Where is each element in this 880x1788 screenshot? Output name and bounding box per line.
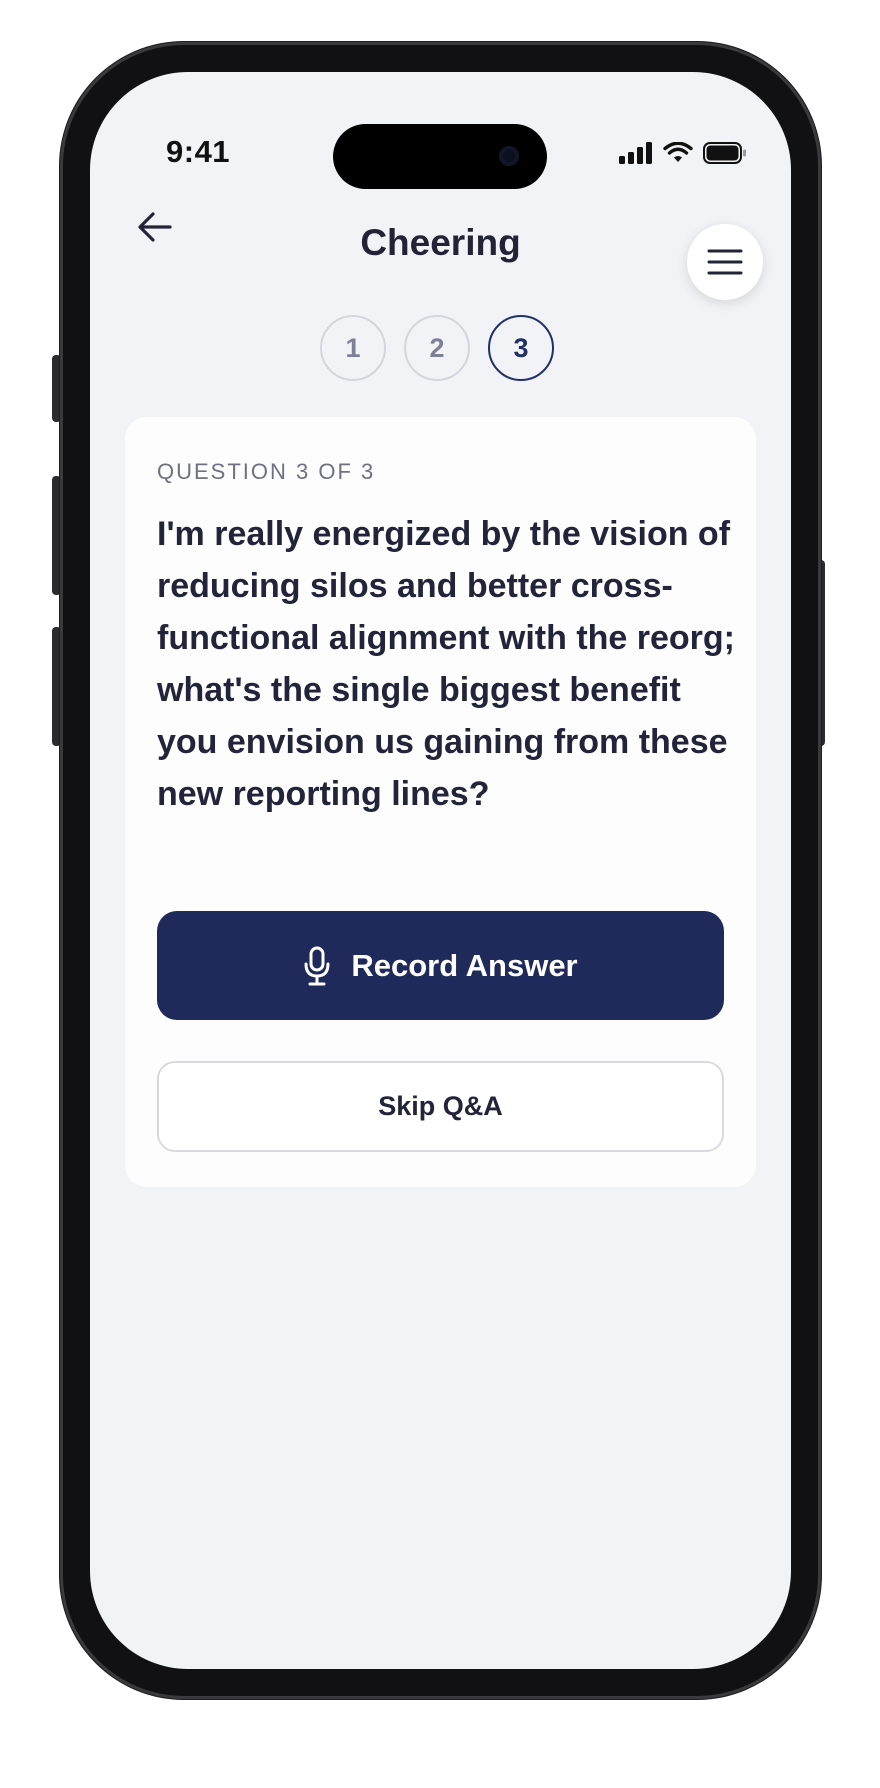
record-answer-button[interactable]: Record Answer <box>157 911 724 1020</box>
status-icons <box>619 140 747 166</box>
skip-qa-button[interactable]: Skip Q&A <box>157 1061 724 1152</box>
battery-icon <box>703 142 746 164</box>
skip-qa-label: Skip Q&A <box>378 1091 503 1121</box>
dynamic-island <box>333 124 547 189</box>
status-time: 9:41 <box>166 134 231 169</box>
wifi-icon <box>663 142 693 162</box>
question-text: I'm really energized by the vision of re… <box>157 515 735 813</box>
step-indicator: 1 2 3 <box>320 315 554 381</box>
camera-icon <box>499 146 519 166</box>
hamburger-menu-icon <box>707 249 743 275</box>
phone-screen: 9:41 Cheering 1 2 3 QUESTION 3 OF 3 I'm … <box>90 72 791 1669</box>
record-answer-label: Record Answer <box>351 947 578 983</box>
menu-button[interactable] <box>687 224 763 300</box>
page-title: Cheering <box>360 222 521 263</box>
step-1[interactable]: 1 <box>320 315 386 381</box>
step-2[interactable]: 2 <box>404 315 470 381</box>
step-3[interactable]: 3 <box>488 315 554 381</box>
question-card: QUESTION 3 OF 3 I'm really energized by … <box>125 417 756 1187</box>
cellular-signal-icon <box>619 142 652 164</box>
question-counter: QUESTION 3 OF 3 <box>157 459 376 484</box>
phone-frame: 9:41 Cheering 1 2 3 QUESTION 3 OF 3 I'm … <box>60 42 821 1699</box>
microphone-icon <box>304 946 330 985</box>
